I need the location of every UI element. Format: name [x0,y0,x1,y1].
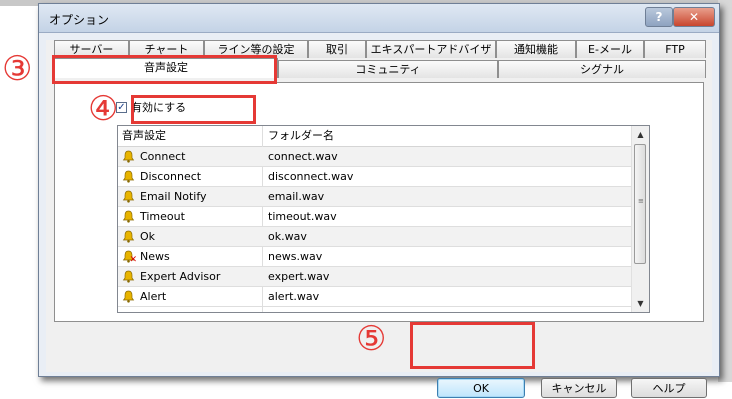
list-item-file: expert.wav [268,270,330,283]
list-item[interactable]: Expert Advisor expert.wav [118,267,631,287]
bell-icon [122,290,135,303]
list-header: 音声設定 フォルダー名 [118,126,631,147]
title-bar: オプション ? ✕ [39,4,719,33]
list-item-file: news.wav [268,250,323,263]
bell-icon [122,170,135,183]
annotation-marker-5: ⑤ [356,319,387,359]
list-item[interactable]: Connect connect.wav [118,147,631,167]
ok-button[interactable]: OK [437,378,525,398]
list-item[interactable]: Disconnect disconnect.wav [118,167,631,187]
tab-trade[interactable]: 取引 [308,40,366,58]
scroll-up-arrow-icon[interactable]: ▲ [632,126,649,143]
bell-icon [122,270,135,283]
bell-icon [122,230,135,243]
help-title-button[interactable]: ? [645,7,673,27]
list-item-event-label: Ok [140,230,156,243]
list-item-event-label: News [140,250,170,263]
list-item[interactable]: ✕ News news.wav [118,247,631,267]
list-item-event-label: Connect [140,150,186,163]
annotation-marker-3: ③ [2,49,33,89]
list-item[interactable]: Timeout timeout.wav [118,207,631,227]
close-button[interactable]: ✕ [673,7,715,27]
list-item-event: Expert Advisor [122,267,220,286]
list-item-event: Email Notify [122,187,207,206]
list-item-event-label: Timeout [140,210,185,223]
tab-notifications[interactable]: 通知機能 [496,40,576,58]
background-window-edge [718,0,732,382]
list-item-event-label: Email Notify [140,190,207,203]
list-item-event-label: Disconnect [140,170,202,183]
list-item-event: Ok [122,227,155,246]
scroll-grip-icon: ≡ [638,197,644,205]
list-item-file: timeout.wav [268,210,337,223]
window-title: オプション [49,13,110,27]
list-item-file: disconnect.wav [268,170,354,183]
annotation-marker-4: ④ [88,89,119,129]
list-item[interactable]: Alert alert.wav [118,287,631,307]
bell-icon [122,190,135,203]
list-scrollbar[interactable]: ▲ ≡ ▼ [631,126,649,312]
annotation-box-enable [131,95,256,124]
bell-icon [122,150,135,163]
list-item-event: Alert [122,287,166,306]
list-item-event: Connect [122,147,185,166]
tab-community[interactable]: コミュニティ [278,60,498,78]
tab-ftp[interactable]: FTP [644,40,706,58]
help-button[interactable]: ヘルプ [631,378,707,398]
column-header-event[interactable]: 音声設定 [118,126,262,146]
tab-expert-advisor[interactable]: エキスパートアドバイザ [366,40,496,58]
list-item-file: alert.wav [268,290,320,303]
sound-event-list[interactable]: 音声設定 フォルダー名 Connect connect.wav Disconnect… [117,125,650,313]
column-header-file[interactable]: フォルダー名 [264,126,624,146]
list-item[interactable]: Email Notify email.wav [118,187,631,207]
list-item-event: Timeout [122,207,185,226]
scroll-thumb[interactable]: ≡ [634,144,646,264]
list-item-event-label: Alert [140,290,167,303]
list-item-file: connect.wav [268,150,338,163]
scroll-down-arrow-icon[interactable]: ▼ [632,295,649,312]
cancel-button[interactable]: キャンセル [541,378,617,398]
tab-email[interactable]: E-メール [576,40,644,58]
annotation-box-sound-tab [52,55,277,84]
list-item-event-label: Expert Advisor [140,270,221,283]
list-item[interactable]: Ok ok.wav [118,227,631,247]
list-item-event: ✕ News [122,247,170,266]
list-item-file: ok.wav [268,230,307,243]
tab-signals[interactable]: シグナル [498,60,706,78]
list-item-file: email.wav [268,190,325,203]
annotation-box-ok [410,322,535,369]
bell-icon [122,210,135,223]
bell-disabled-icon: ✕ [122,250,137,265]
list-item-event: Disconnect [122,167,201,186]
